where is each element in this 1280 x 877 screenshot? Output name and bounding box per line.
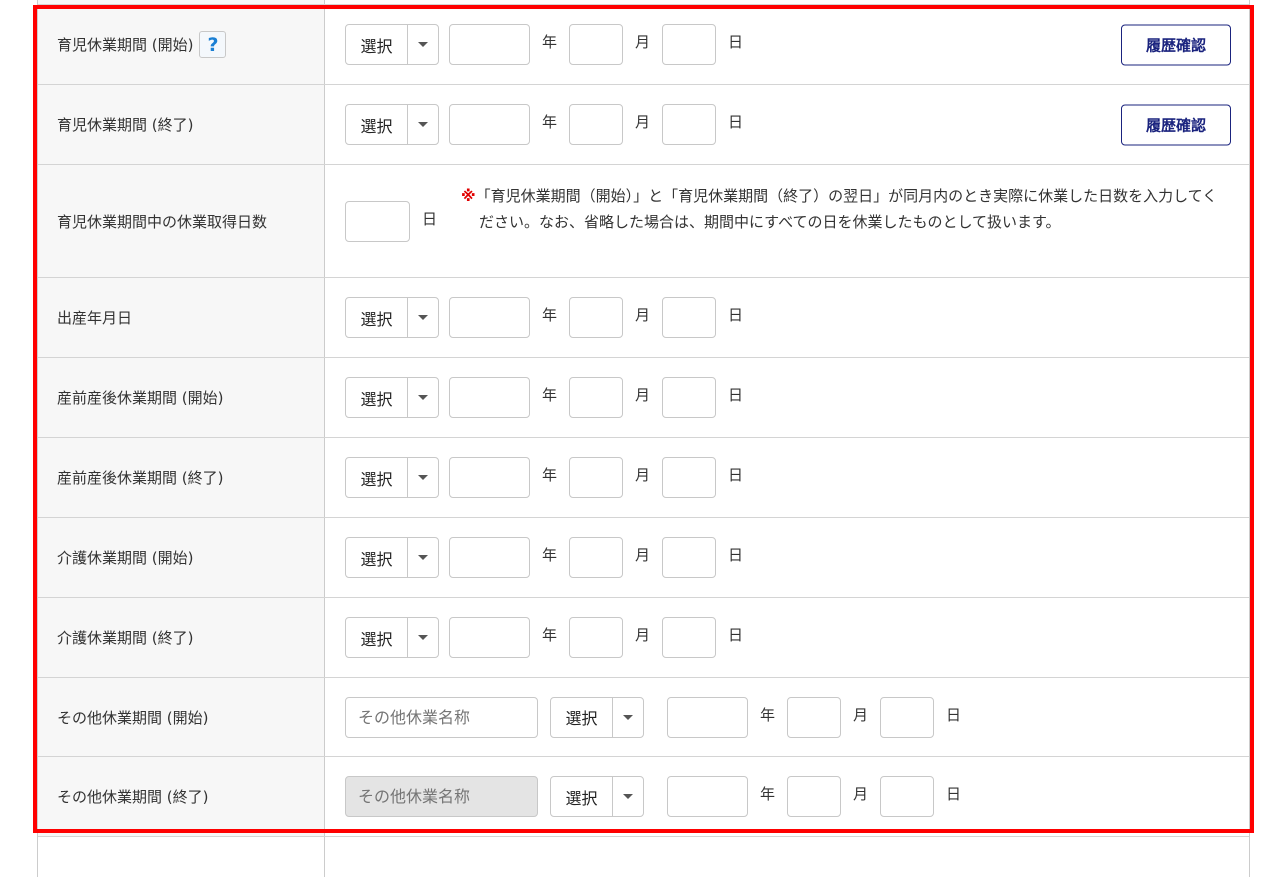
day-input[interactable] [662, 104, 717, 145]
table-row: 育児休業期間 (終了) 選択 年 月 日 履歴確認 [38, 85, 1249, 165]
day-input[interactable] [662, 297, 717, 338]
chevron-down-icon [418, 395, 428, 400]
row-label: 介護休業期間 (終了) [57, 629, 194, 647]
leave-form-table: 育児休業期間 (開始)? 選択 年 月 日 履歴確認 育児休業期間 (終了) 選… [37, 0, 1250, 877]
month-input[interactable] [787, 776, 842, 817]
day-input[interactable] [880, 696, 935, 738]
table-row-next [38, 837, 1249, 877]
table-row: 育児休業期間中の休業取得日数 日 ※「育児休業期間（開始）」と「育児休業期間（終… [38, 165, 1249, 278]
month-input[interactable] [569, 24, 624, 65]
year-input[interactable] [449, 457, 530, 498]
era-select[interactable]: 選択 [345, 104, 439, 145]
table-row: 介護休業期間 (開始) 選択 年 月 日 [38, 518, 1249, 598]
table-row: 出産年月日 選択 年 月 日 [38, 278, 1249, 358]
chevron-down-icon [418, 635, 428, 640]
year-input[interactable] [449, 24, 530, 65]
year-input[interactable] [667, 696, 748, 738]
day-input[interactable] [880, 776, 935, 817]
chevron-down-icon [418, 42, 428, 47]
other-leave-name-input[interactable] [345, 696, 538, 738]
row-label: 出産年月日 [57, 309, 133, 327]
row-label: 育児休業期間中の休業取得日数 [57, 212, 268, 231]
year-input[interactable] [667, 776, 748, 817]
note-text: ※「育児休業期間（開始）」と「育児休業期間（終了）の翌日」が同月内のとき実際に休… [461, 187, 1218, 231]
chevron-down-icon [623, 794, 633, 799]
era-select[interactable]: 選択 [345, 377, 439, 418]
row-label: 産前産後休業期間 (開始) [57, 389, 224, 407]
day-input[interactable] [662, 617, 717, 658]
era-select[interactable]: 選択 [550, 776, 644, 817]
year-input[interactable] [449, 377, 530, 418]
row-label: その他休業期間 (開始) [57, 708, 209, 727]
day-input[interactable] [662, 537, 717, 578]
month-input[interactable] [569, 537, 624, 578]
era-select[interactable]: 選択 [345, 457, 439, 498]
month-input[interactable] [569, 297, 624, 338]
help-icon[interactable]: ? [199, 31, 227, 58]
row-label: 産前産後休業期間 (終了) [57, 469, 224, 487]
row-label: 育児休業期間 (終了) [57, 116, 194, 134]
era-select[interactable]: 選択 [345, 537, 439, 578]
era-select[interactable]: 選択 [345, 297, 439, 338]
table-row: 産前産後休業期間 (開始) 選択 年 月 日 [38, 358, 1249, 438]
row-label: 介護休業期間 (開始) [57, 549, 194, 567]
chevron-down-icon [418, 122, 428, 127]
era-select[interactable]: 選択 [550, 696, 644, 738]
leave-days-input[interactable] [345, 200, 410, 242]
table-row: 育児休業期間 (開始)? 選択 年 月 日 履歴確認 [38, 5, 1249, 85]
day-input[interactable] [662, 377, 717, 418]
chevron-down-icon [418, 315, 428, 320]
chevron-down-icon [623, 714, 633, 720]
year-input[interactable] [449, 617, 530, 658]
other-leave-name-input-disabled [345, 776, 538, 817]
chevron-down-icon [418, 555, 428, 560]
month-input[interactable] [787, 696, 842, 738]
table-row: 介護休業期間 (終了) 選択 年 月 日 [38, 598, 1249, 678]
row-label: その他休業期間 (終了) [57, 788, 209, 806]
table-row: その他休業期間 (終了) 選択 年 月 日 [38, 757, 1249, 837]
history-check-button[interactable]: 履歴確認 [1121, 24, 1231, 65]
month-input[interactable] [569, 104, 624, 145]
table-row: その他休業期間 (開始) 選択 年 月 日 [38, 678, 1249, 757]
month-input[interactable] [569, 617, 624, 658]
month-input[interactable] [569, 457, 624, 498]
row-label: 育児休業期間 (開始) [57, 36, 194, 54]
day-input[interactable] [662, 457, 717, 498]
year-input[interactable] [449, 297, 530, 338]
day-input[interactable] [662, 24, 717, 65]
month-input[interactable] [569, 377, 624, 418]
history-check-button[interactable]: 履歴確認 [1121, 104, 1231, 145]
table-row: 産前産後休業期間 (終了) 選択 年 月 日 [38, 438, 1249, 518]
era-select[interactable]: 選択 [345, 24, 439, 65]
year-input[interactable] [449, 104, 530, 145]
era-select[interactable]: 選択 [345, 617, 439, 658]
year-input[interactable] [449, 537, 530, 578]
chevron-down-icon [418, 475, 428, 480]
